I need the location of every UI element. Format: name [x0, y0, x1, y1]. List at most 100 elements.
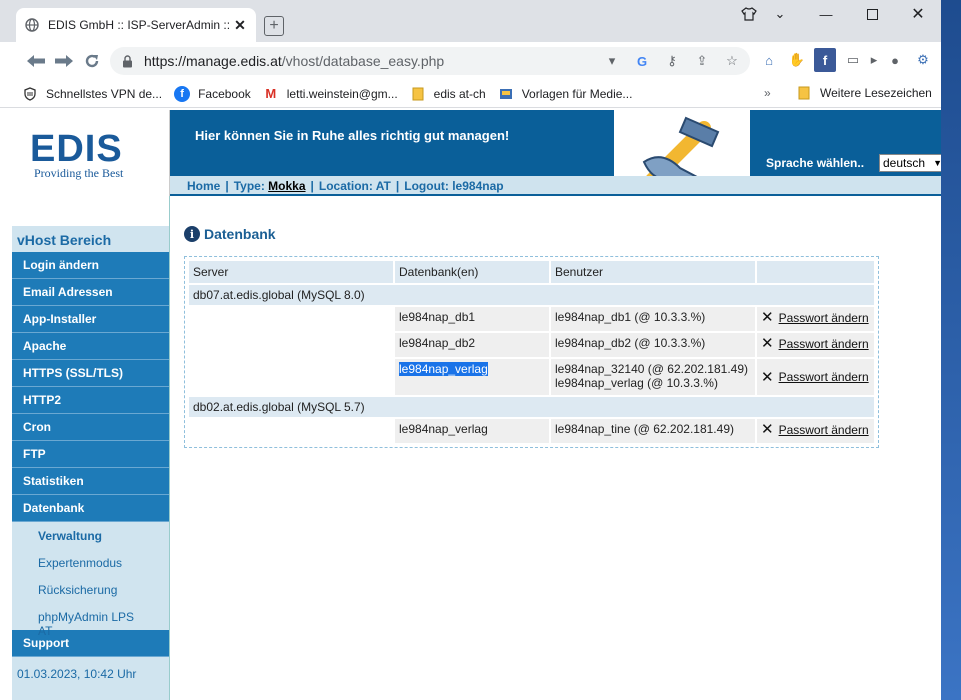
browser-tab[interactable]: EDIS GmbH :: ISP-ServerAdmin :: vl ✕ [16, 8, 256, 42]
template-icon [498, 86, 514, 102]
logo-text: EDIS [30, 128, 123, 170]
sidebar-item-app-installer[interactable]: App-Installer [12, 306, 169, 333]
info-icon: i [184, 226, 200, 242]
crumb-type-label: Type: [233, 179, 265, 193]
forward-arrow-icon[interactable] [50, 47, 78, 75]
star-icon[interactable]: ☆ [722, 51, 742, 71]
server-row: db02.at.edis.global (MySQL 5.7) [189, 397, 874, 417]
column-header: Datenbank(en) [395, 261, 549, 283]
table-row: le984nap_db1 le984nap_db1 (@ 10.3.3.%) ✕… [189, 307, 874, 331]
folder-icon [410, 86, 426, 102]
sidebar-item-https[interactable]: HTTPS (SSL/TLS) [12, 360, 169, 387]
sidebar-sub-ruecksicherung[interactable]: Rücksicherung [12, 576, 169, 603]
browser-toolbar: https://manage.edis.at/vhost/database_ea… [0, 42, 941, 80]
settings-gear-icon[interactable]: ⚙ [912, 48, 934, 72]
hand-icon[interactable]: ✋ [786, 48, 808, 72]
bookmarks-bar: Schnellstes VPN de... f Facebook M letti… [0, 80, 941, 108]
close-icon: ✕ [761, 309, 774, 326]
minimize-icon[interactable]: — [811, 4, 841, 24]
new-tab-button[interactable]: + [264, 16, 284, 36]
section-title: Datenbank [204, 226, 276, 242]
logo-subtitle: Providing the Best [34, 166, 124, 180]
folder-icon [796, 85, 812, 101]
dropdown-caret-icon[interactable]: ▾ [602, 51, 622, 71]
table-row: le984nap_verlag le984nap_tine (@ 62.202.… [189, 419, 874, 443]
db-name-selected: le984nap_verlag [399, 362, 488, 376]
db-user: le984nap_tine (@ 62.202.181.49) [551, 419, 755, 443]
table-header: Server Datenbank(en) Benutzer [189, 261, 874, 283]
sidebar-item-statistiken[interactable]: Statistiken [12, 468, 169, 495]
header-banner: Hier können Sie in Ruhe alles richtig gu… [170, 110, 941, 196]
chevron-down-icon[interactable]: ⌄ [765, 4, 795, 24]
sidebar-sub-phpmyadmin[interactable]: phpMyAdmin LPS AT [12, 603, 169, 638]
breadcrumb: Home | Type: Mokka | Location: AT | Logout: le… [170, 176, 941, 196]
bookmark-vorlagen[interactable]: Vorlagen für Medie... [498, 86, 632, 102]
web-page: EDIS Providing the Best Hier können Sie … [12, 110, 941, 700]
shield-icon [22, 86, 38, 102]
bookmark-gmail[interactable]: M letti.weinstein@gm... [263, 86, 397, 102]
sidebar-item-apache[interactable]: Apache [12, 333, 169, 360]
google-icon[interactable]: G [632, 51, 652, 71]
change-password-button[interactable]: ✕ Passwort ändern [761, 336, 870, 351]
table-row: le984nap_db2 le984nap_db2 (@ 10.3.3.%) ✕… [189, 333, 874, 357]
language-select[interactable]: deutsch ▼ [879, 154, 941, 172]
key-icon[interactable]: ⚷ [662, 51, 682, 71]
db-user: le984nap_db2 (@ 10.3.3.%) [551, 333, 755, 357]
sidebar-item-cron[interactable]: Cron [12, 414, 169, 441]
extensions-more-icon[interactable]: ▸ [870, 48, 878, 72]
lock-icon [122, 55, 134, 68]
tab-title: EDIS GmbH :: ISP-ServerAdmin :: vl [48, 18, 232, 32]
tab-strip: EDIS GmbH :: ISP-ServerAdmin :: vl ✕ + ⌄… [0, 0, 941, 42]
bookmark-vpn[interactable]: Schnellstes VPN de... [22, 86, 162, 102]
sidebar-item-support[interactable]: Support [12, 630, 169, 657]
bookmark-edis[interactable]: edis at-ch [410, 86, 486, 102]
reload-icon[interactable] [78, 47, 106, 75]
table-row: le984nap_verlag le984nap_32140 (@ 62.202… [189, 359, 874, 395]
crumb-logout-link[interactable]: Logout: le984nap [404, 179, 503, 193]
change-password-button[interactable]: ✕ Passwort ändern [761, 310, 870, 325]
db-user: le984nap_32140 (@ 62.202.181.49) [555, 362, 749, 376]
chevron-down-icon: ▼ [933, 158, 941, 168]
sidebar-sub-verwaltung[interactable]: Verwaltung [12, 522, 169, 549]
tshirt-icon[interactable] [734, 4, 764, 24]
address-bar[interactable]: https://manage.edis.at/vhost/database_ea… [110, 47, 750, 75]
change-password-button[interactable]: ✕ Passwort ändern [761, 370, 870, 385]
other-bookmarks[interactable]: Weitere Lesezeichen [796, 85, 932, 101]
crumb-home-link[interactable]: Home [187, 179, 220, 193]
edis-logo[interactable]: EDIS Providing the Best [12, 110, 170, 196]
sidebar-item-email[interactable]: Email Adressen [12, 279, 169, 306]
sidebar-item-http2[interactable]: HTTP2 [12, 387, 169, 414]
sidebar-sub-expertenmodus[interactable]: Expertenmodus [12, 549, 169, 576]
change-password-button[interactable]: ✕ Passwort ändern [761, 422, 870, 437]
column-header: Server [189, 261, 393, 283]
sidepanel-icon[interactable]: ▭ [842, 48, 864, 72]
column-header [757, 261, 874, 283]
close-icon[interactable]: ✕ [232, 17, 248, 33]
home-icon[interactable]: ⌂ [758, 48, 780, 72]
sidebar-item-datenbank[interactable]: Datenbank [12, 495, 169, 522]
sidebar-item-login[interactable]: Login ändern [12, 252, 169, 279]
url-path: /vhost/database_easy.php [281, 53, 445, 69]
bookmarks-overflow-button[interactable]: » [764, 86, 771, 100]
maximize-icon[interactable] [857, 4, 887, 24]
url-host: https://manage.edis.at [144, 53, 282, 69]
column-header: Benutzer [551, 261, 755, 283]
facebook-icon: f [174, 85, 191, 102]
gmail-icon: M [265, 86, 277, 101]
server-row: db07.at.edis.global (MySQL 8.0) [189, 285, 874, 305]
profile-icon[interactable]: ● [884, 48, 906, 72]
language-label: Sprache wählen.. [766, 156, 865, 170]
back-arrow-icon[interactable] [22, 47, 50, 75]
db-name: le984nap_db1 [395, 307, 549, 331]
sidebar-item-ftp[interactable]: FTP [12, 441, 169, 468]
desktop-background [941, 0, 961, 700]
server-name: db02.at.edis.global (MySQL 5.7) [189, 397, 874, 417]
window-close-icon[interactable]: ✕ [903, 4, 933, 24]
tagline: Hier können Sie in Ruhe alles richtig gu… [195, 128, 510, 143]
crumb-type-link[interactable]: Mokka [268, 179, 305, 193]
bookmark-facebook[interactable]: f Facebook [174, 85, 251, 102]
globe-icon [24, 17, 40, 33]
sidebar-title: vHost Bereich [17, 232, 112, 248]
facebook-ext-icon[interactable]: f [814, 48, 836, 72]
share-icon[interactable]: ⇪ [692, 51, 712, 71]
